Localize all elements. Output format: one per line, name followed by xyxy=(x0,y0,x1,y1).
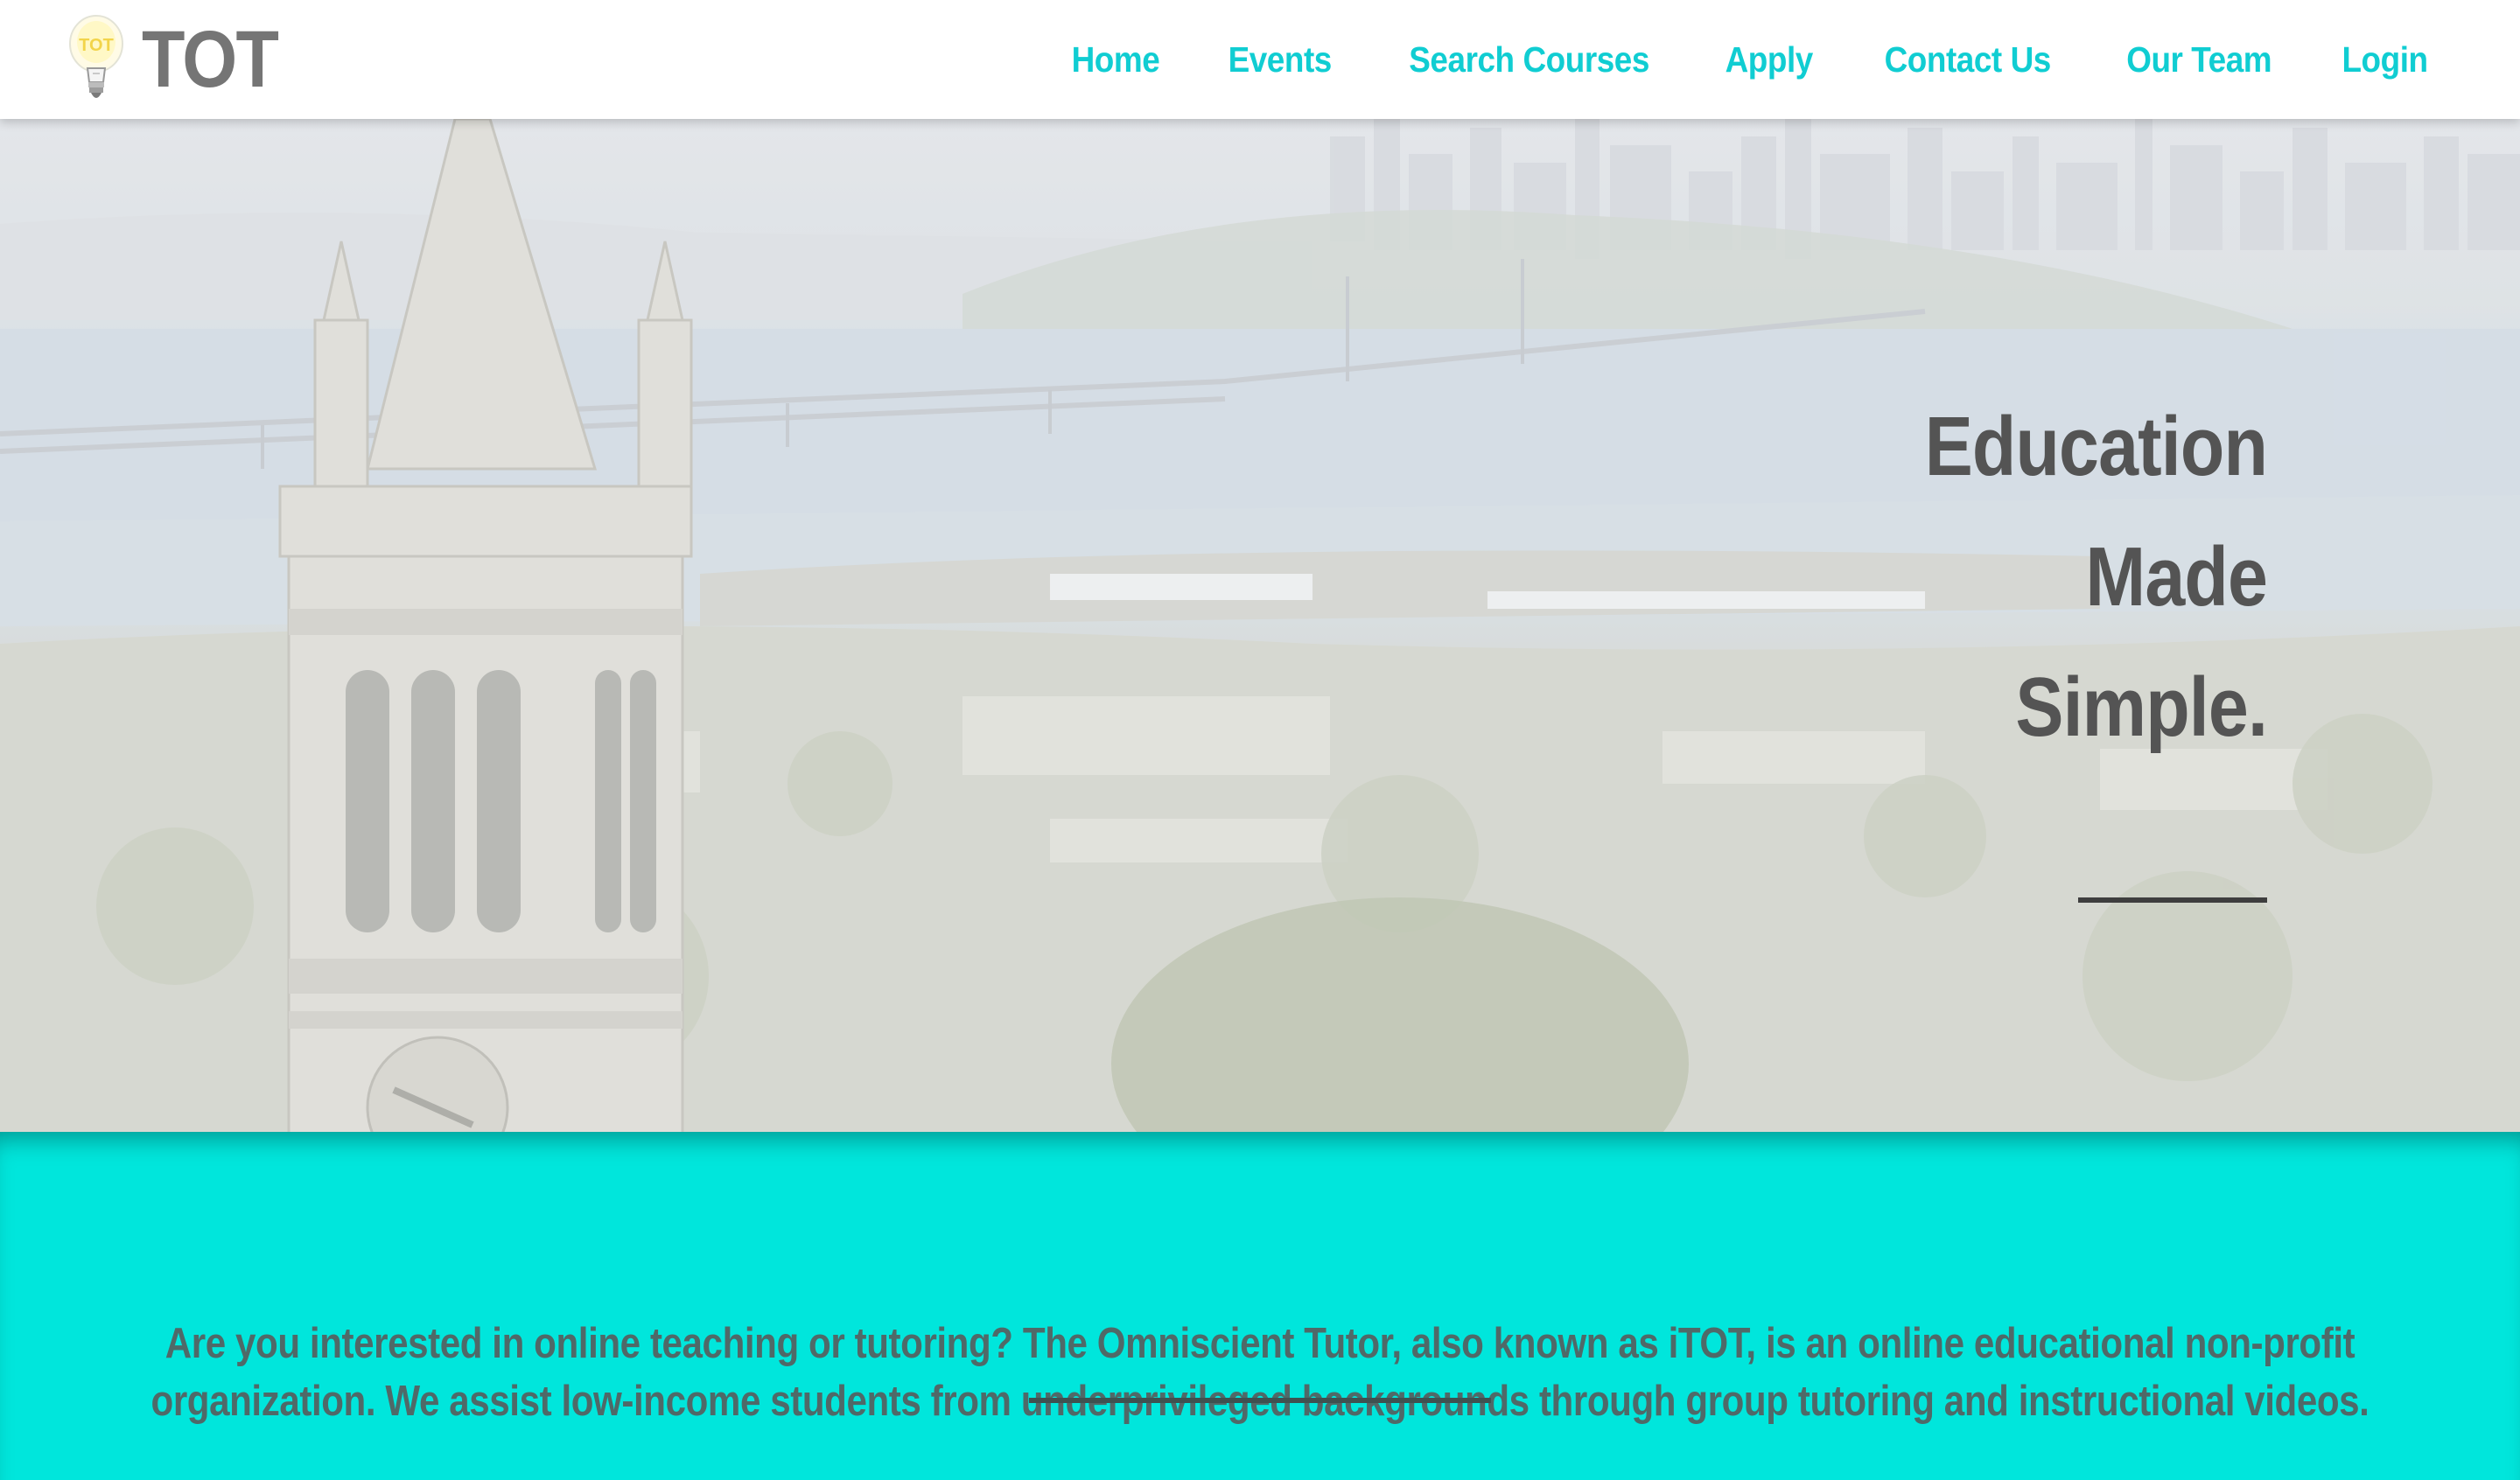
brand-name: TOT xyxy=(142,15,279,104)
intro-section: Are you interested in online teaching or… xyxy=(0,1132,2520,1480)
nav-apply[interactable]: Apply xyxy=(1725,39,1813,80)
nav-search-courses[interactable]: Search Courses xyxy=(1409,39,1649,80)
hero-section: Education Made Simple. xyxy=(0,119,2520,1132)
nav-contact-us[interactable]: Contact Us xyxy=(1885,39,2052,80)
tagline-line-2: Made xyxy=(2085,530,2267,624)
nav-our-team[interactable]: Our Team xyxy=(2126,39,2272,80)
bulb-label: TOT xyxy=(79,36,114,55)
nav-login[interactable]: Login xyxy=(2342,39,2428,80)
nav-events[interactable]: Events xyxy=(1228,39,1333,80)
intro-divider xyxy=(1029,1398,1491,1403)
tagline-line-1: Education xyxy=(1924,400,2268,493)
intro-text: Are you interested in online teaching or… xyxy=(150,1320,2370,1425)
hero-tagline: Education Made Simple. xyxy=(1869,381,2268,772)
lightbulb-icon: TOT xyxy=(69,15,123,98)
intro-paragraph: Are you interested in online teaching or… xyxy=(105,1315,2415,1430)
tagline-divider xyxy=(2078,897,2267,903)
nav-home[interactable]: Home xyxy=(1072,39,1160,80)
tagline-line-3: Simple. xyxy=(2015,660,2267,754)
main-nav: Home Events Search Courses Apply Contact… xyxy=(1009,0,2432,119)
site-header: TOT TOT Home Events Search Courses Apply… xyxy=(0,0,2520,119)
site-logo[interactable]: TOT TOT xyxy=(66,10,296,108)
